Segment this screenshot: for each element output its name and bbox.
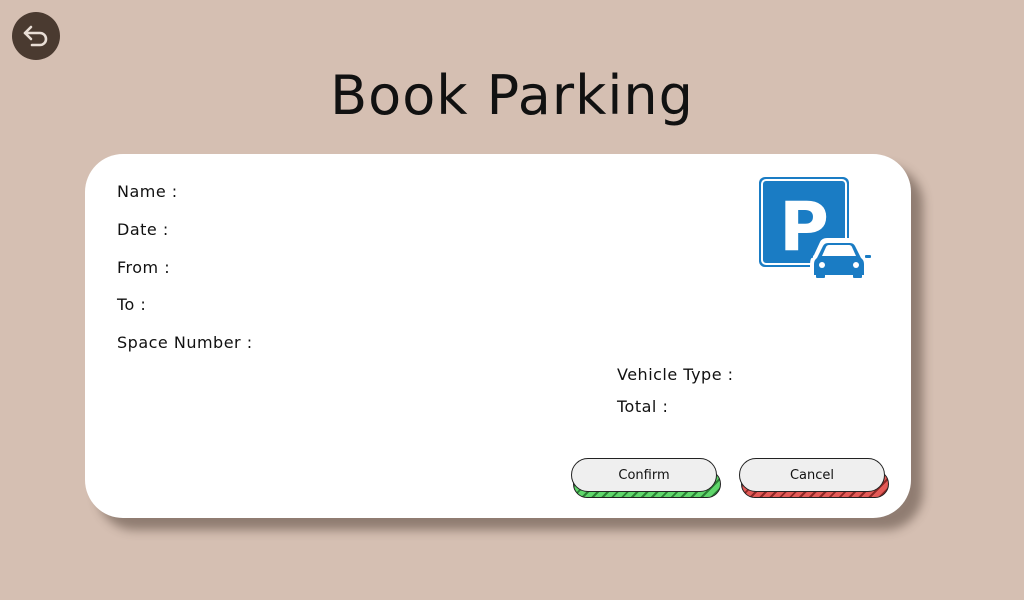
from-label: From : [117,258,171,277]
booking-card: Name : Date : From : To : Space Number :… [85,154,911,518]
space-number-label: Space Number : [117,333,253,352]
total-label: Total : [617,397,669,416]
date-label: Date : [117,220,169,239]
cancel-button-label: Cancel [739,458,885,492]
name-label: Name : [117,182,178,201]
page-title: Book Parking [330,64,694,127]
vehicle-type-label: Vehicle Type : [617,365,734,384]
confirm-button-label: Confirm [571,458,717,492]
confirm-button[interactable]: Confirm [571,458,721,498]
back-button[interactable] [12,12,60,60]
back-arrow-icon [23,25,48,47]
parking-sign-icon: P [759,177,871,278]
to-label: To : [117,295,147,314]
cancel-button[interactable]: Cancel [739,458,889,498]
